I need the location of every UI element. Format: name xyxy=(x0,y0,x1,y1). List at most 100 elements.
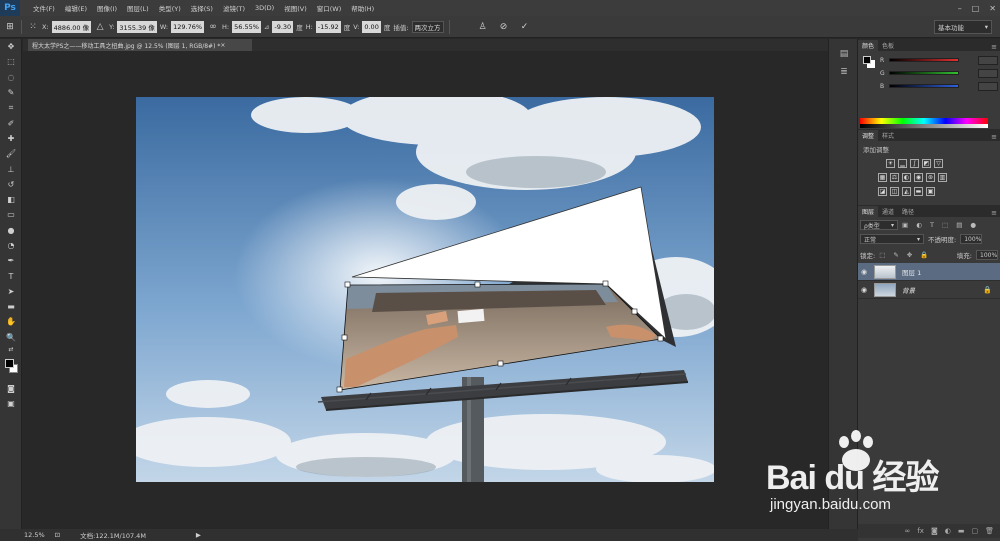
menu-window[interactable]: 窗口(W) xyxy=(312,3,347,13)
warp-mode-icon[interactable]: ♙ xyxy=(477,21,489,33)
hand-tool-icon[interactable]: ✋ xyxy=(0,314,22,329)
quick-select-tool-icon[interactable]: ✎ xyxy=(0,85,22,100)
black-white-icon[interactable]: ◐ xyxy=(902,173,911,182)
tab-paths[interactable]: 路径 xyxy=(898,206,918,217)
menu-image[interactable]: 图像(I) xyxy=(92,3,122,13)
zoom-level[interactable]: 12.5% xyxy=(24,531,45,539)
delta-icon[interactable]: △ xyxy=(94,21,106,33)
threshold-icon[interactable]: ◭ xyxy=(902,187,911,196)
reference-point-icon[interactable]: ⁙ xyxy=(27,21,39,33)
tab-swatches[interactable]: 色板 xyxy=(878,40,898,51)
posterize-icon[interactable]: ◫ xyxy=(890,187,899,196)
pen-tool-icon[interactable]: ✒ xyxy=(0,253,22,268)
selective-color-icon[interactable]: ▣ xyxy=(926,187,935,196)
foreground-color-chip[interactable] xyxy=(863,56,871,64)
exposure-icon[interactable]: ◩ xyxy=(922,159,931,168)
status-icon[interactable]: ⊡ xyxy=(55,531,60,539)
maximize-button[interactable]: □ xyxy=(972,4,980,13)
fill-input[interactable]: 100% xyxy=(976,250,998,260)
layer-row[interactable]: ◉ 图层 1 xyxy=(858,263,1000,281)
marquee-tool-icon[interactable]: ⬚ xyxy=(0,54,22,69)
green-value-field[interactable] xyxy=(978,68,998,78)
move-tool-icon[interactable]: ✥ xyxy=(0,39,22,54)
y-input[interactable]: 3155.39 像 xyxy=(117,20,157,33)
filter-icons[interactable]: ▣ ◐ T ⬚ ▤ ● xyxy=(902,221,979,229)
eyedropper-tool-icon[interactable]: ✐ xyxy=(0,115,22,130)
lock-icons[interactable]: ⬚ ✎ ✥ 🔒 xyxy=(879,251,931,259)
eraser-tool-icon[interactable]: ◧ xyxy=(0,192,22,207)
color-balance-icon[interactable]: ⚖ xyxy=(890,173,899,182)
blur-tool-icon[interactable]: ● xyxy=(0,223,22,238)
commit-transform-icon[interactable]: ✓ xyxy=(519,21,531,33)
close-button[interactable]: ✕ xyxy=(989,4,996,13)
type-tool-icon[interactable]: T xyxy=(0,268,22,283)
document-tab[interactable]: 程大太学PS之——移动工具之扭曲.jpg @ 12.5% (图层 1, RGB/… xyxy=(28,39,252,51)
add-mask-icon[interactable]: ◙ xyxy=(931,527,938,535)
tab-color[interactable]: 颜色 xyxy=(858,40,879,51)
red-slider[interactable] xyxy=(889,58,959,62)
menu-select[interactable]: 选择(S) xyxy=(186,3,218,13)
healing-brush-tool-icon[interactable]: ✚ xyxy=(0,131,22,146)
visibility-eye-icon[interactable]: ◉ xyxy=(858,286,870,294)
photo-filter-icon[interactable]: ◉ xyxy=(914,173,923,182)
angle-input[interactable]: -9.30 xyxy=(272,20,294,33)
gradient-tool-icon[interactable]: ▭ xyxy=(0,207,22,222)
zoom-tool-icon[interactable]: 🔍 xyxy=(0,330,22,345)
tab-adjustments[interactable]: 调整 xyxy=(858,130,879,141)
shape-tool-icon[interactable]: ▬ xyxy=(0,299,22,314)
menu-view[interactable]: 视图(V) xyxy=(279,3,312,13)
status-menu-arrow-icon[interactable]: ▶ xyxy=(196,531,201,539)
menu-edit[interactable]: 编辑(E) xyxy=(60,3,92,13)
new-layer-icon[interactable]: ▢ xyxy=(971,527,978,535)
menu-type[interactable]: 类型(Y) xyxy=(154,3,186,13)
panel-menu-icon[interactable]: ≡ xyxy=(991,43,1000,51)
workspace-select[interactable]: 基本功能 ▾ xyxy=(934,20,992,34)
link-icon[interactable]: ∞ xyxy=(207,21,219,33)
tab-styles[interactable]: 样式 xyxy=(878,130,898,141)
minimize-button[interactable]: – xyxy=(958,4,962,13)
levels-icon[interactable]: ▁ xyxy=(898,159,907,168)
foreground-color-swatch[interactable] xyxy=(5,358,14,368)
layer-row[interactable]: ◉ 背景 🔒 xyxy=(858,281,1000,299)
clone-stamp-tool-icon[interactable]: ⊥ xyxy=(0,161,22,176)
new-adjustment-icon[interactable]: ◐ xyxy=(945,527,951,535)
trash-icon[interactable]: 🗑 xyxy=(985,527,994,535)
vibrance-icon[interactable]: ▽ xyxy=(934,159,943,168)
blue-value-field[interactable] xyxy=(978,81,998,91)
tab-layers[interactable]: 图层 xyxy=(858,206,879,217)
properties-panel-icon[interactable]: ≣ xyxy=(829,63,859,81)
transform-tool-icon[interactable]: ⊞ xyxy=(4,21,16,33)
width-input[interactable]: 129.76% xyxy=(171,20,205,33)
menu-file[interactable]: 文件(F) xyxy=(28,3,60,13)
panel-menu-icon[interactable]: ≡ xyxy=(991,133,1000,141)
color-lookup-icon[interactable]: ▥ xyxy=(938,173,947,182)
menu-filter[interactable]: 滤镜(T) xyxy=(218,3,250,13)
hskew-input[interactable]: -15.92 xyxy=(315,20,341,33)
lasso-tool-icon[interactable]: ◌ xyxy=(0,70,22,85)
swap-colors-icon[interactable]: ⇄ xyxy=(0,345,22,355)
history-brush-tool-icon[interactable]: ↺ xyxy=(0,177,22,192)
menu-layer[interactable]: 图层(L) xyxy=(122,3,154,13)
gradient-map-icon[interactable]: ▬ xyxy=(914,187,923,196)
dodge-tool-icon[interactable]: ◔ xyxy=(0,238,22,253)
interpolation-select[interactable]: 两次立方 xyxy=(411,20,444,33)
panel-menu-icon[interactable]: ≡ xyxy=(991,209,1000,217)
invert-icon[interactable]: ◪ xyxy=(878,187,887,196)
red-value-field[interactable] xyxy=(978,55,998,65)
height-input[interactable]: 56.55% xyxy=(232,20,261,33)
path-select-tool-icon[interactable]: ➤ xyxy=(0,284,22,299)
canvas-image[interactable] xyxy=(136,97,714,482)
brightness-icon[interactable]: ☀ xyxy=(886,159,895,168)
opacity-input[interactable]: 100% xyxy=(960,234,983,244)
green-slider[interactable] xyxy=(889,71,959,75)
quick-mask-icon[interactable]: ◙ xyxy=(0,381,22,396)
link-layers-icon[interactable]: ∞ xyxy=(905,527,911,535)
menu-help[interactable]: 帮助(H) xyxy=(346,3,379,13)
hue-saturation-icon[interactable]: ▦ xyxy=(878,173,887,182)
x-input[interactable]: 4886.00 像 xyxy=(51,20,92,33)
brush-tool-icon[interactable]: 🖌 xyxy=(0,146,22,161)
vskew-input[interactable]: 0.00 xyxy=(362,20,381,33)
tab-channels[interactable]: 通道 xyxy=(878,206,898,217)
color-spectrum-ramp[interactable] xyxy=(860,118,988,128)
cancel-transform-icon[interactable]: ⊘ xyxy=(498,21,510,33)
